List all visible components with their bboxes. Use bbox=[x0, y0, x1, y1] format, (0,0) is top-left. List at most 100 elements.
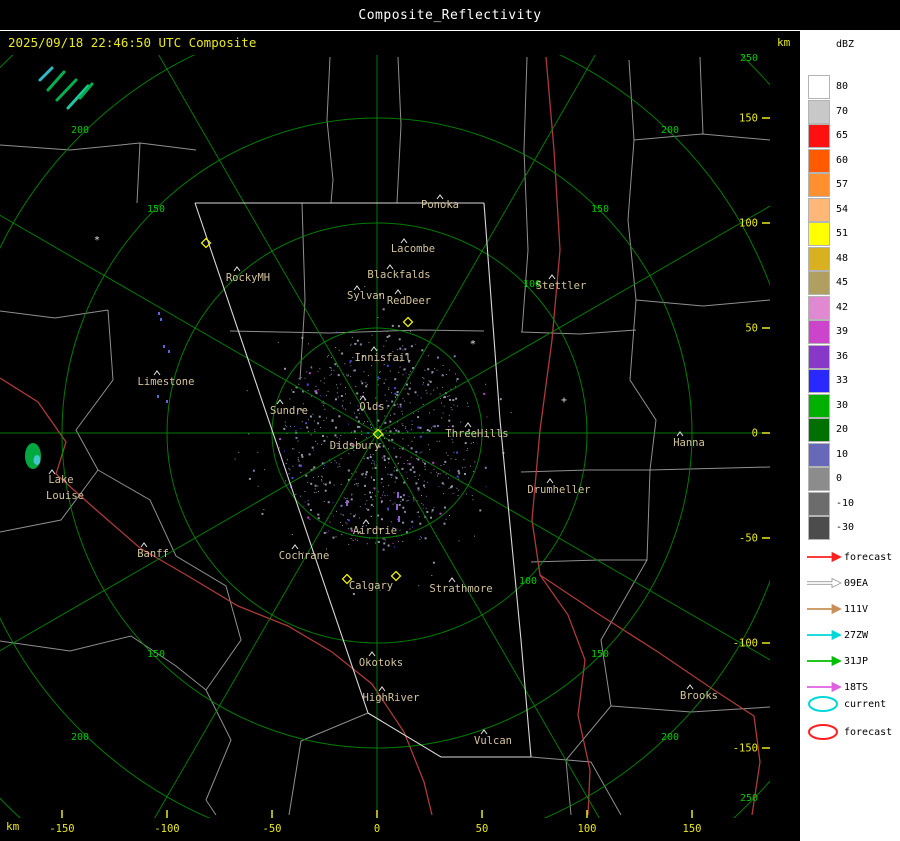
colorbar-value: 33 bbox=[836, 375, 849, 386]
city-label: HighRiver bbox=[363, 692, 420, 704]
town-marker-icon bbox=[276, 399, 284, 405]
colorbar-value: 10 bbox=[836, 448, 849, 460]
right-axis-label: 0 bbox=[752, 428, 758, 440]
colorbar-swatch bbox=[808, 491, 830, 516]
colorbar-value: 39 bbox=[836, 326, 849, 337]
colorbar-swatch bbox=[808, 344, 830, 369]
site-marker-diamond-icon bbox=[402, 316, 414, 328]
town-marker-icon bbox=[291, 544, 299, 550]
ring-distance-label: 200 bbox=[661, 732, 679, 743]
city-label: RockyMH bbox=[226, 272, 270, 284]
map-symbol-icon: * bbox=[94, 235, 100, 246]
city-label: Ponoka bbox=[421, 199, 459, 211]
city-label: Drumheller bbox=[527, 484, 590, 496]
city-label: Innisfail bbox=[355, 352, 412, 364]
colorbar-value: 30 bbox=[836, 399, 849, 411]
azimuth-line bbox=[376, 55, 596, 434]
colorbar-swatch bbox=[808, 173, 830, 197]
colorbar-value: 36 bbox=[836, 350, 849, 362]
legend-label: forecast bbox=[844, 727, 893, 738]
highway-line bbox=[539, 574, 761, 816]
colorbar-value: 48 bbox=[836, 252, 849, 264]
colorbar-swatch bbox=[808, 393, 830, 418]
county-boundary-line bbox=[396, 56, 402, 204]
city-label: Lacombe bbox=[391, 243, 435, 255]
city-label: Cochrane bbox=[279, 550, 330, 562]
county-boundary-line bbox=[633, 133, 770, 141]
colorbar-value: 51 bbox=[836, 228, 849, 239]
azimuth-line bbox=[0, 214, 378, 434]
county-boundary-line bbox=[530, 756, 622, 816]
city-label: Airdrie bbox=[353, 525, 397, 537]
city-label: Olds bbox=[359, 401, 384, 413]
colorbar-value: 45 bbox=[836, 277, 849, 288]
echo-streak bbox=[66, 84, 90, 110]
ring-distance-label: 150 bbox=[591, 204, 609, 215]
colorbar-swatch bbox=[808, 295, 830, 320]
city-label: Brooks bbox=[680, 690, 718, 702]
colorbar-value: 0 bbox=[836, 473, 843, 484]
right-axis-label: 50 bbox=[745, 323, 758, 335]
legend-symbol-111v bbox=[806, 600, 844, 622]
city-label: RedDeer bbox=[387, 295, 431, 307]
county-boundary-line bbox=[530, 559, 647, 563]
ring-distance-label: 150 bbox=[591, 649, 609, 660]
city-label: Vulcan bbox=[474, 735, 512, 747]
city-label: ThreeHills bbox=[445, 428, 508, 440]
ring-distance-label: 200 bbox=[71, 732, 89, 743]
colorbar-value: 54 bbox=[836, 203, 849, 215]
city-label: Lake bbox=[48, 474, 73, 486]
colorbar-value: 20 bbox=[836, 424, 849, 435]
county-boundary-line bbox=[326, 56, 334, 204]
ring-distance-label: 250 bbox=[740, 793, 758, 804]
colorbar-swatch bbox=[808, 271, 830, 295]
radar-application: { "title": "Composite_Reflectivity", "he… bbox=[0, 0, 900, 841]
city-labels: Ponoka Lacombe Blackfalds Sylvan RedDeer Rock… bbox=[46, 194, 718, 747]
azimuth-line bbox=[154, 432, 378, 818]
bottom-axis-label: 0 bbox=[374, 823, 380, 835]
city-label: Okotoks bbox=[359, 657, 403, 669]
bottom-axis-label: -150 bbox=[49, 823, 74, 835]
ring-distance-label: 100 bbox=[519, 576, 537, 587]
town-marker-icon bbox=[153, 370, 161, 376]
range-ring bbox=[0, 55, 770, 818]
colorbar-value: 57 bbox=[836, 179, 849, 190]
colorbar-swatch bbox=[808, 124, 830, 148]
ring-distance-label: 250 bbox=[740, 53, 758, 64]
bottom-axis-label: 100 bbox=[578, 823, 597, 835]
scan-sector-line bbox=[194, 202, 369, 714]
map-layers bbox=[0, 55, 770, 818]
azimuth-line bbox=[376, 432, 600, 818]
legend-symbol-current bbox=[806, 695, 844, 717]
county-boundary-line bbox=[229, 329, 485, 334]
city-label: Banff bbox=[137, 548, 169, 560]
city-label: Hanna bbox=[673, 437, 705, 449]
town-marker-icon bbox=[378, 686, 386, 692]
azimuth-line bbox=[158, 55, 378, 434]
city-label: Calgary bbox=[349, 580, 393, 592]
colorbar-swatch bbox=[808, 467, 830, 491]
city-label: Sylvan bbox=[347, 290, 385, 302]
echo-streak bbox=[55, 78, 78, 102]
radar-map-canvas[interactable]: 250 200 150 150 200 100 100 150 200 150 200 250 Pono… bbox=[0, 0, 800, 841]
town-marker-icon bbox=[480, 729, 488, 735]
town-marker-icon bbox=[362, 519, 370, 525]
axes: 150 100 50 0 -50 -100 -150 -150 -100 -50 0 50 100 150 bbox=[49, 113, 770, 835]
city-label: Louise bbox=[46, 490, 84, 502]
town-marker-icon bbox=[233, 266, 241, 272]
colorbar-swatch bbox=[808, 418, 830, 442]
town-marker-icon bbox=[464, 422, 472, 428]
legend-symbol-31jp bbox=[806, 652, 844, 674]
colorbar-value: 60 bbox=[836, 154, 849, 166]
county-boundary-line bbox=[520, 329, 637, 335]
county-boundary-line bbox=[299, 202, 306, 381]
city-label: Sundre bbox=[270, 405, 308, 417]
county-boundary-line bbox=[136, 142, 141, 204]
ring-distance-label: 200 bbox=[71, 125, 89, 136]
city-label: Strathmore bbox=[429, 583, 492, 595]
scan-sector bbox=[194, 202, 532, 758]
legend-label: 111V bbox=[844, 604, 869, 615]
colorbar-swatch bbox=[808, 516, 830, 540]
ring-distance-label: 150 bbox=[147, 649, 165, 660]
town-marker-icon bbox=[140, 542, 148, 548]
